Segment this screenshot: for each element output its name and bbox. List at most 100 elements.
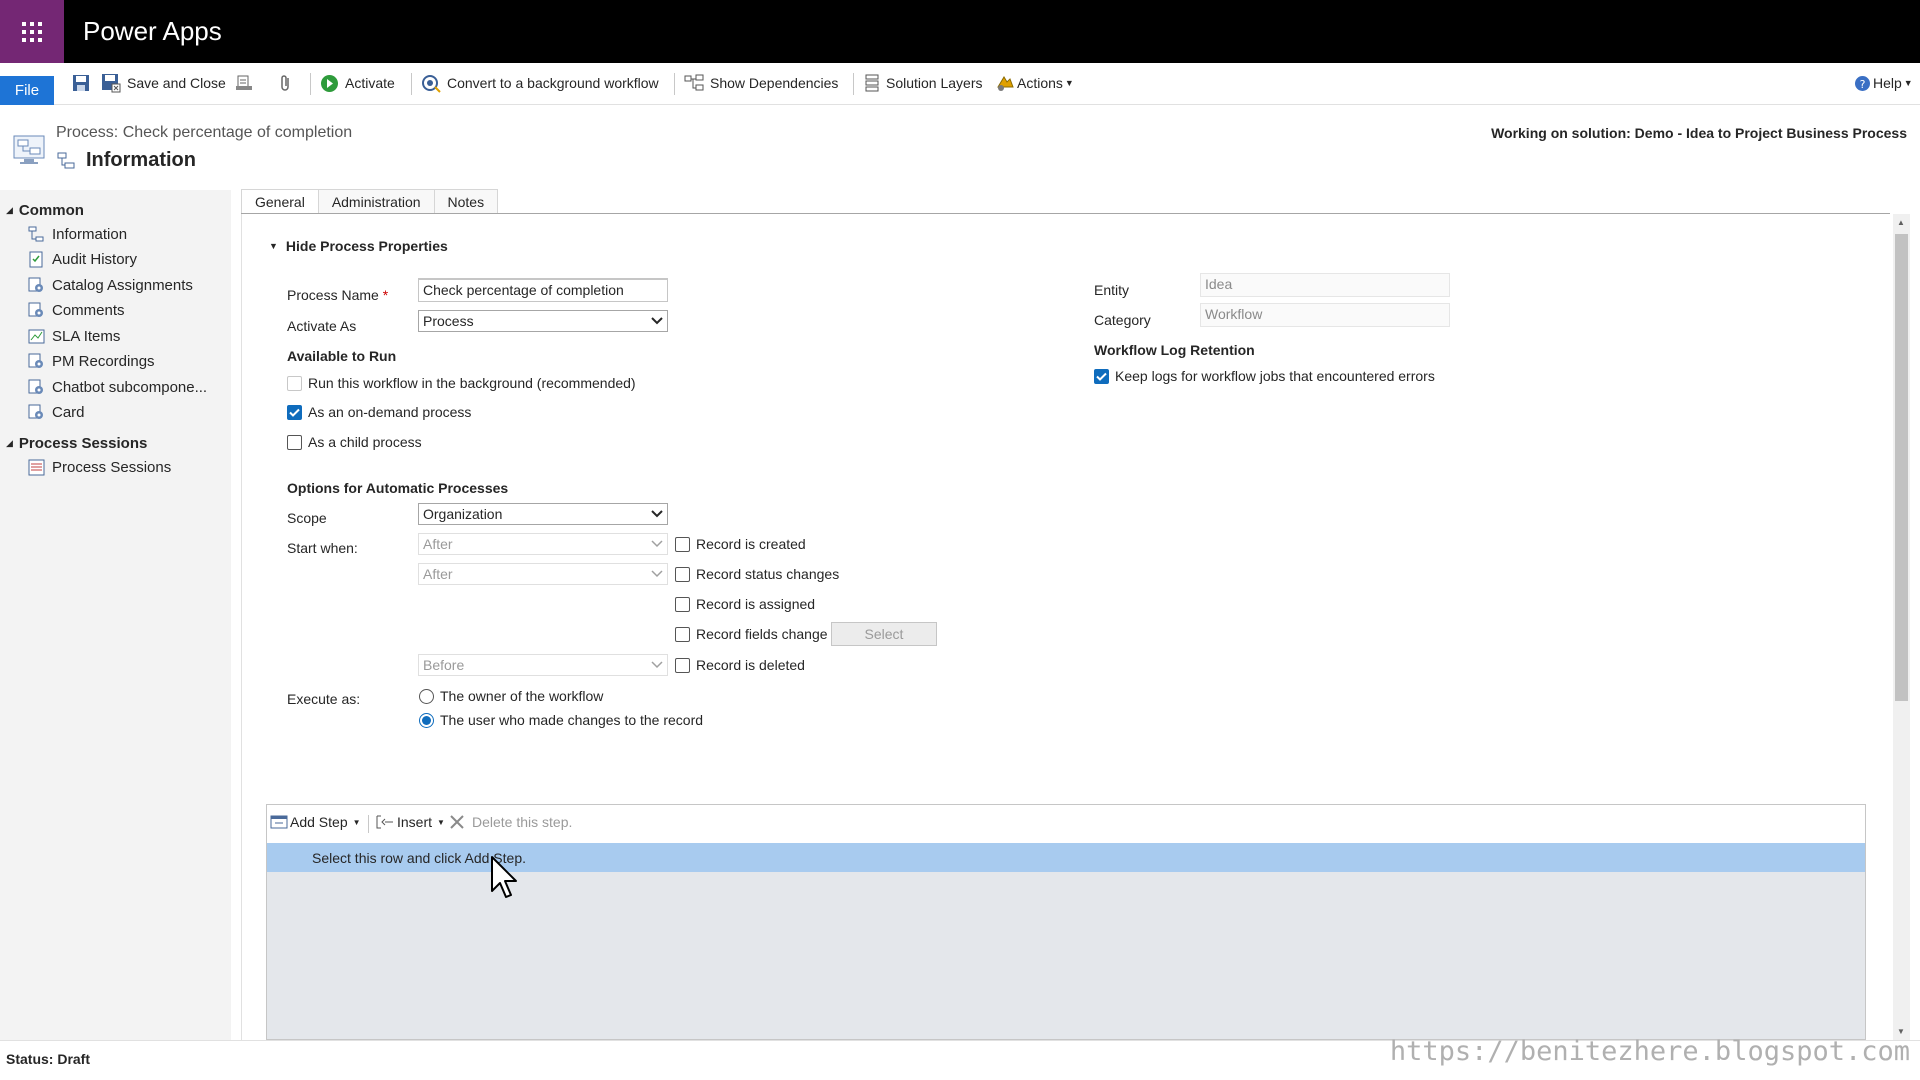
app-launcher-button[interactable] xyxy=(0,0,64,63)
scope-select[interactable]: Organization xyxy=(418,503,668,525)
nav-item-pm-recordings[interactable]: PM Recordings xyxy=(28,353,155,370)
scroll-up-arrow-icon[interactable]: ▲ xyxy=(1897,218,1905,227)
available-to-run-heading: Available to Run xyxy=(287,348,397,364)
information-icon xyxy=(56,151,76,171)
attach-button[interactable] xyxy=(279,71,293,95)
checkbox-box xyxy=(675,596,690,612)
tab-general[interactable]: General xyxy=(241,189,319,214)
actions-label: Actions xyxy=(1017,75,1063,91)
convert-label: Convert to a background workflow xyxy=(447,75,659,91)
record-assigned-checkbox[interactable]: Record is assigned xyxy=(675,596,815,612)
select-value: After xyxy=(423,566,453,582)
process-name-field[interactable]: Check percentage of completion xyxy=(418,278,668,302)
nav-item-sla-items[interactable]: SLA Items xyxy=(28,328,120,345)
label-text: Process Name xyxy=(287,287,379,303)
activate-icon xyxy=(321,74,338,92)
convert-background-button[interactable]: Convert to a background workflow xyxy=(421,71,659,95)
radio-label: The user who made changes to the record xyxy=(440,712,704,728)
activate-label: Activate xyxy=(345,75,395,91)
process-icon xyxy=(28,226,44,242)
vertical-scrollbar[interactable]: ▲ ▼ xyxy=(1893,214,1910,1040)
solution-layers-button[interactable]: Solution Layers xyxy=(864,71,983,95)
owner-radio[interactable]: The owner of the workflow xyxy=(419,688,603,704)
tab-administration[interactable]: Administration xyxy=(317,189,435,214)
record-status-checkbox[interactable]: Record status changes xyxy=(675,566,839,582)
nav-item-audit-history[interactable]: Audit History xyxy=(28,251,137,268)
child-process-checkbox[interactable]: As a child process xyxy=(287,434,422,450)
insert-label: Insert xyxy=(397,814,433,830)
on-demand-checkbox[interactable]: As an on-demand process xyxy=(287,404,471,420)
checkbox-label: Record is created xyxy=(696,536,806,552)
nav-item-card[interactable]: Card xyxy=(28,404,85,421)
user-changes-radio[interactable]: The user who made changes to the record xyxy=(419,712,703,728)
print-button[interactable] xyxy=(235,71,253,95)
save-and-close-label: Save and Close xyxy=(127,75,226,91)
solution-layers-label: Solution Layers xyxy=(886,75,983,91)
activate-as-label: Activate As xyxy=(287,318,357,334)
activate-button[interactable]: Activate xyxy=(320,71,395,95)
help-button[interactable]: ? Help ▼ xyxy=(1854,71,1913,95)
entity-gear-icon xyxy=(28,302,43,317)
start-when-status-select[interactable]: After xyxy=(418,563,668,585)
nav-item-process-sessions[interactable]: Process Sessions xyxy=(28,459,171,476)
nav-group-process-sessions[interactable]: ◢ Process Sessions xyxy=(6,435,147,452)
nav-group-common[interactable]: ◢ Common xyxy=(6,202,84,219)
entity-field: Idea xyxy=(1200,273,1450,297)
status-text: Status: Draft xyxy=(6,1051,91,1067)
options-automatic-heading: Options for Automatic Processes xyxy=(287,480,509,496)
checkbox-label: Record is assigned xyxy=(696,596,816,612)
keep-logs-checkbox[interactable]: Keep logs for workflow jobs that encount… xyxy=(1094,368,1435,384)
start-when-label: Start when: xyxy=(287,540,358,556)
show-dependencies-button[interactable]: Show Dependencies xyxy=(684,71,838,95)
toolbar-separator xyxy=(368,815,369,833)
caret-down-icon: ▼ xyxy=(352,817,361,827)
nav-item-chatbot-subcomponents[interactable]: Chatbot subcompone... xyxy=(28,379,207,396)
left-navigation: ◢ Common Information Audit History Catal… xyxy=(0,190,231,1040)
add-step-icon xyxy=(270,815,288,829)
section-label: Hide Process Properties xyxy=(285,238,448,254)
ribbon-separator xyxy=(853,73,854,95)
checkbox-box xyxy=(287,434,302,450)
scrollbar-thumb[interactable] xyxy=(1895,234,1908,701)
ribbon-separator xyxy=(310,73,311,95)
execute-as-label: Execute as: xyxy=(287,691,361,707)
page-title: Information xyxy=(86,149,196,171)
solution-banner: Working on solution: Demo - Idea to Proj… xyxy=(1491,125,1907,141)
save-button[interactable] xyxy=(72,71,90,95)
ribbon-separator xyxy=(411,73,412,95)
waffle-icon xyxy=(22,21,42,42)
checkbox-box xyxy=(675,536,690,552)
select-fields-button[interactable]: Select xyxy=(831,622,937,646)
start-when-created-select[interactable]: After xyxy=(418,533,668,555)
insert-button[interactable]: Insert ▼ xyxy=(375,814,445,830)
entity-gear-icon xyxy=(28,404,43,419)
scroll-down-arrow-icon[interactable]: ▼ xyxy=(1897,1027,1905,1036)
nav-item-information[interactable]: Information xyxy=(28,226,127,243)
select-value: After xyxy=(423,536,453,552)
select-value: Before xyxy=(423,657,465,673)
activate-as-select[interactable]: Process xyxy=(418,310,668,332)
record-fields-checkbox[interactable]: Record fields change xyxy=(675,626,828,642)
process-entity-icon xyxy=(12,133,48,167)
record-deleted-checkbox[interactable]: Record is deleted xyxy=(675,657,805,673)
process-name-label: Process Name * xyxy=(287,287,388,303)
save-icon xyxy=(73,75,89,91)
file-button[interactable]: File xyxy=(0,76,54,105)
nav-item-label: Process Sessions xyxy=(52,459,172,476)
save-and-close-button[interactable]: Save and Close xyxy=(101,71,226,95)
help-icon: ? xyxy=(1855,75,1870,91)
delete-step-button[interactable]: Delete this step. xyxy=(450,814,572,830)
chevron-down-icon xyxy=(651,570,663,578)
hide-process-properties-toggle[interactable]: ▼ Hide Process Properties xyxy=(269,238,448,254)
checkbox-box xyxy=(287,375,302,391)
chevron-down-icon xyxy=(651,661,663,669)
add-step-button[interactable]: Add Step ▼ xyxy=(270,814,361,830)
record-created-checkbox[interactable]: Record is created xyxy=(675,536,806,552)
start-when-deleted-select[interactable]: Before xyxy=(418,654,668,676)
run-background-checkbox[interactable]: Run this workflow in the background (rec… xyxy=(287,375,636,391)
actions-menu-button[interactable]: Actions ▼ xyxy=(995,71,1074,95)
tab-notes[interactable]: Notes xyxy=(433,189,499,214)
caret-down-icon: ▼ xyxy=(437,817,445,827)
nav-item-comments[interactable]: Comments xyxy=(28,302,125,319)
nav-item-catalog-assignments[interactable]: Catalog Assignments xyxy=(28,277,193,294)
